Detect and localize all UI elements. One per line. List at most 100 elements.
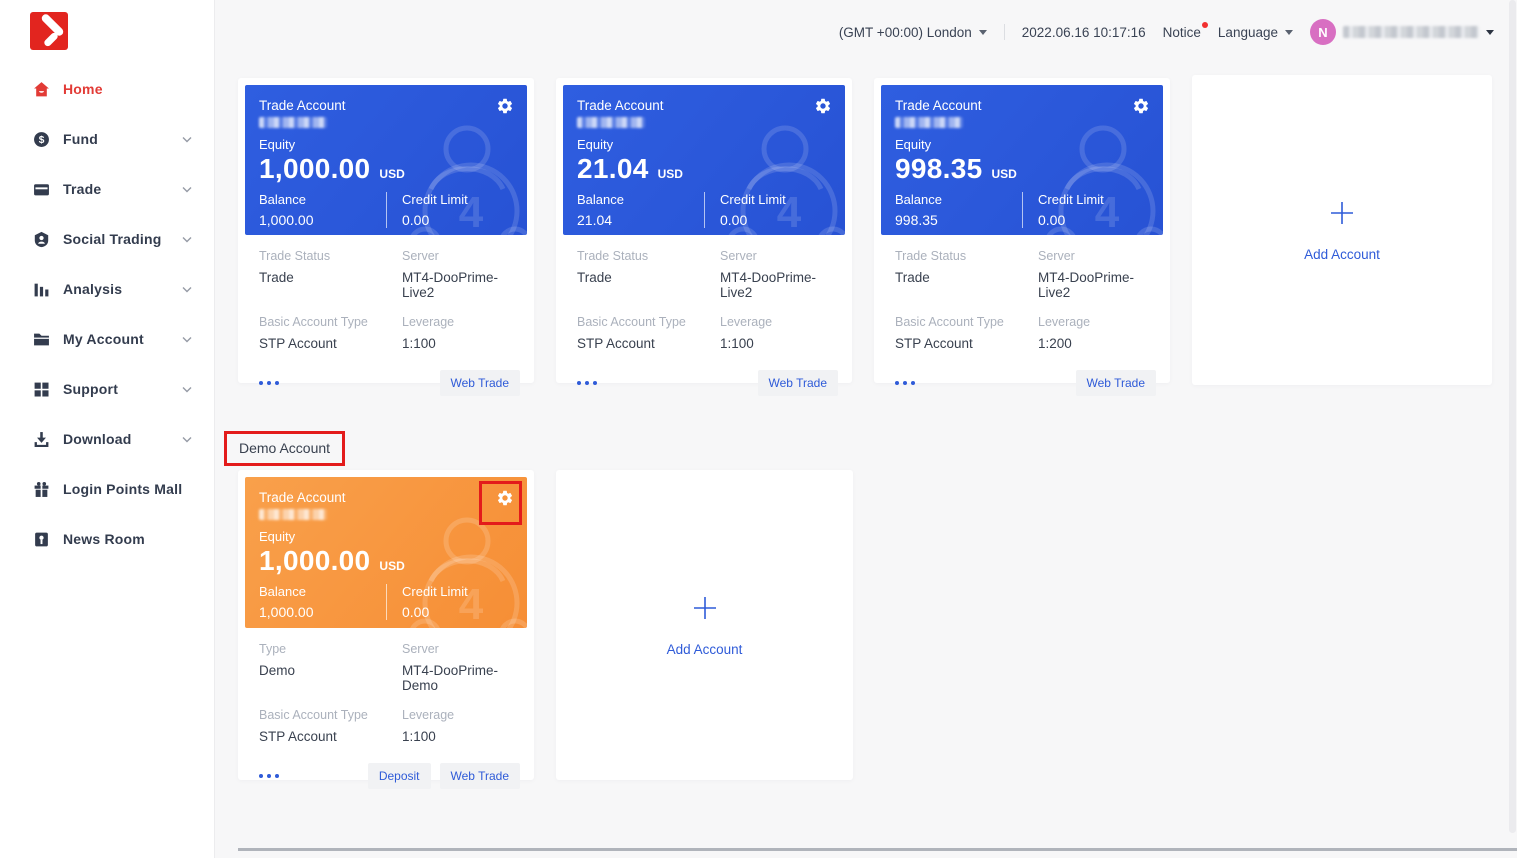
leverage-label: Leverage xyxy=(1038,315,1156,329)
more-options-icon[interactable] xyxy=(259,377,279,389)
timezone-dropdown[interactable]: (GMT +00:00) London xyxy=(839,25,987,40)
balance-value: 998.35 xyxy=(895,212,1022,228)
sidebar-item-label: Download xyxy=(63,431,182,447)
add-account-label: Add Account xyxy=(667,642,743,657)
horizontal-scrollbar[interactable] xyxy=(238,848,1517,851)
sidebar-item-social-trading[interactable]: Social Trading xyxy=(0,214,214,264)
trade-account-card: Trade Account 4 Equity 21.04 USD Balance xyxy=(556,78,852,383)
balance-value: 1,000.00 xyxy=(259,212,386,228)
web-trade-button[interactable]: Web Trade xyxy=(440,370,520,396)
equity-value: 21.04 xyxy=(577,153,649,185)
analysis-icon xyxy=(33,281,50,298)
balance-value: 21.04 xyxy=(577,212,704,228)
deposit-button[interactable]: Deposit xyxy=(368,763,431,789)
equity-label: Equity xyxy=(577,137,831,152)
type-label: Type xyxy=(259,642,402,656)
svg-text:$: $ xyxy=(39,135,45,146)
server-label: Server xyxy=(720,249,838,263)
add-account-card[interactable]: Add Account xyxy=(1192,75,1492,385)
chevron-down-icon xyxy=(182,236,192,243)
trade-account-card: Trade Account 4 Equity 1,000.00 USD Bala… xyxy=(238,78,534,383)
web-trade-button[interactable]: Web Trade xyxy=(440,763,520,789)
equity-value: 998.35 xyxy=(895,153,982,185)
divider xyxy=(1004,24,1005,40)
demo-account-section-label: Demo Account xyxy=(239,440,330,456)
account-type-label: Basic Account Type xyxy=(895,315,1038,329)
trade-status-label: Trade Status xyxy=(259,249,402,263)
sidebar-item-home[interactable]: Home xyxy=(0,64,214,114)
web-trade-button[interactable]: Web Trade xyxy=(1076,370,1156,396)
user-menu[interactable]: N xyxy=(1310,19,1494,45)
web-trade-button[interactable]: Web Trade xyxy=(758,370,838,396)
sidebar-item-fund[interactable]: $ Fund xyxy=(0,114,214,164)
account-number-blurred xyxy=(259,117,327,128)
server-value: MT4-DooPrime-Live2 xyxy=(720,270,838,300)
leverage-label: Leverage xyxy=(720,315,838,329)
balance-label: Balance xyxy=(259,192,386,207)
notice-label: Notice xyxy=(1163,25,1201,40)
server-label: Server xyxy=(402,249,520,263)
account-card-header: Trade Account 4 Equity 1,000.00 USD Bal xyxy=(245,477,527,628)
trade-status-value: Trade xyxy=(577,270,720,285)
equity-currency: USD xyxy=(658,167,683,181)
sidebar-item-analysis[interactable]: Analysis xyxy=(0,264,214,314)
balance-label: Balance xyxy=(577,192,704,207)
sidebar-item-news-room[interactable]: News Room xyxy=(0,514,214,564)
add-account-label: Add Account xyxy=(1304,247,1380,262)
dooprime-logo[interactable] xyxy=(30,12,68,50)
account-type-value: STP Account xyxy=(577,336,720,351)
sidebar-item-download[interactable]: Download xyxy=(0,414,214,464)
chevron-down-icon xyxy=(182,186,192,193)
gear-icon[interactable] xyxy=(1132,97,1150,115)
account-type-label: Basic Account Type xyxy=(259,315,402,329)
account-title: Trade Account xyxy=(259,98,513,113)
more-options-icon[interactable] xyxy=(577,377,597,389)
account-type-label: Basic Account Type xyxy=(577,315,720,329)
credit-limit-label: Credit Limit xyxy=(1038,192,1149,207)
account-type-value: STP Account xyxy=(259,729,402,744)
more-options-icon[interactable] xyxy=(895,377,915,389)
equity-currency: USD xyxy=(379,559,404,573)
home-icon xyxy=(33,81,50,98)
equity-value: 1,000.00 xyxy=(259,153,370,185)
equity-label: Equity xyxy=(259,529,513,544)
sidebar-item-label: Login Points Mall xyxy=(63,481,192,497)
sidebar-item-label: My Account xyxy=(63,331,182,347)
gear-icon[interactable] xyxy=(814,97,832,115)
my-account-icon xyxy=(33,331,50,348)
add-account-card[interactable]: Add Account xyxy=(556,470,853,780)
account-number-blurred xyxy=(895,117,963,128)
account-type-label: Basic Account Type xyxy=(259,708,402,722)
gear-icon[interactable] xyxy=(496,489,514,507)
notice-link[interactable]: Notice xyxy=(1163,25,1201,40)
language-label: Language xyxy=(1218,25,1278,40)
account-card-header: Trade Account 4 Equity 998.35 USD Balanc… xyxy=(881,85,1163,235)
logo-stroke xyxy=(43,31,59,47)
equity-value: 1,000.00 xyxy=(259,545,370,577)
plus-icon xyxy=(1328,199,1356,227)
chevron-down-icon xyxy=(182,436,192,443)
sidebar-item-support[interactable]: Support xyxy=(0,364,214,414)
gear-icon[interactable] xyxy=(496,97,514,115)
sidebar-item-label: News Room xyxy=(63,531,192,547)
sidebar-item-label: Trade xyxy=(63,181,182,197)
topbar: (GMT +00:00) London 2022.06.16 10:17:16 … xyxy=(839,19,1494,45)
chevron-down-icon xyxy=(979,30,987,35)
username-blurred xyxy=(1343,26,1479,38)
vertical-scrollbar[interactable] xyxy=(1509,0,1516,833)
sidebar-item-trade[interactable]: Trade xyxy=(0,164,214,214)
leverage-value: 1:100 xyxy=(720,336,838,351)
datetime-text: 2022.06.16 10:17:16 xyxy=(1022,25,1146,40)
sidebar-item-login-points-mall[interactable]: Login Points Mall xyxy=(0,464,214,514)
balance-label: Balance xyxy=(259,584,386,599)
more-options-icon[interactable] xyxy=(259,770,279,782)
sidebar-item-my-account[interactable]: My Account xyxy=(0,314,214,364)
server-value: MT4-DooPrime-Live2 xyxy=(1038,270,1156,300)
leverage-label: Leverage xyxy=(402,315,520,329)
account-number-blurred xyxy=(259,509,327,520)
chevron-down-icon xyxy=(182,136,192,143)
timezone-label: (GMT +00:00) London xyxy=(839,25,972,40)
language-dropdown[interactable]: Language xyxy=(1218,25,1293,40)
trade-status-label: Trade Status xyxy=(577,249,720,263)
type-value: Demo xyxy=(259,663,402,678)
